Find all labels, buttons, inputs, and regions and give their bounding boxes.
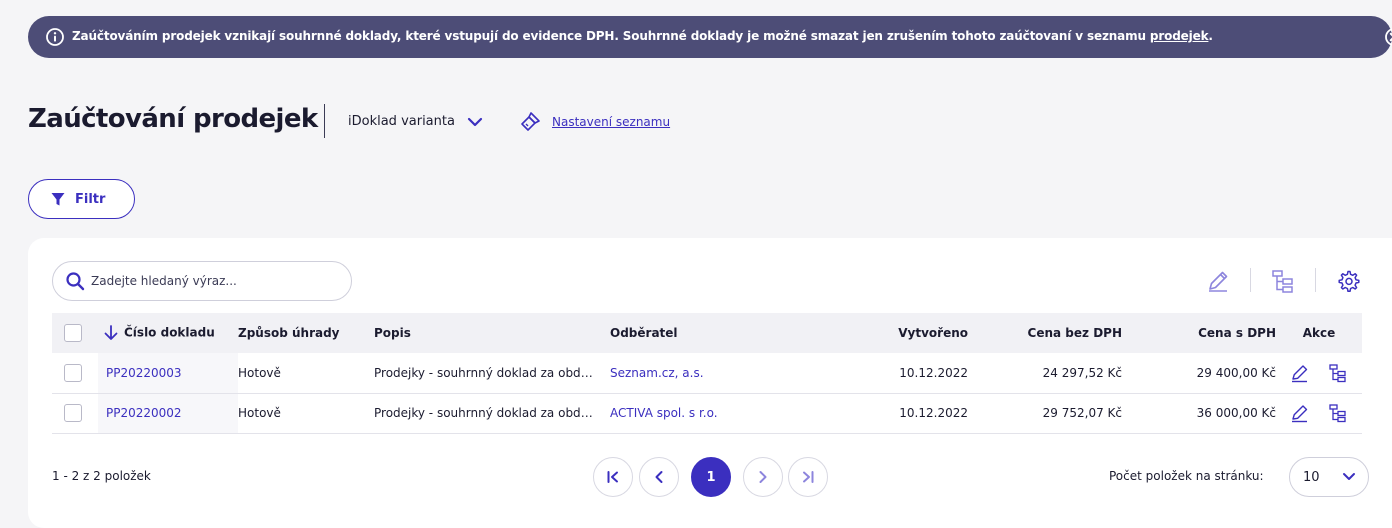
per-page-label: Počet položek na stránku: [1109, 469, 1264, 483]
row-checkbox[interactable] [64, 363, 82, 382]
price-incl-vat-cell: 36 000,00 Kč [1122, 393, 1276, 434]
description-cell: Prodejky - souhrnný doklad za období [374, 353, 610, 394]
document-number-cell: PP20220003 [98, 353, 238, 394]
description-text: Prodejky - souhrnný doklad za období [374, 366, 596, 380]
row-select-cell [52, 353, 98, 394]
header-description[interactable]: Popis [374, 313, 610, 353]
tree-structure-icon[interactable] [1328, 363, 1348, 383]
description-cell: Prodejky - souhrnný doklad za období [374, 393, 610, 434]
list-settings-link[interactable]: Nastavení seznamu [518, 110, 670, 134]
header-price-incl-vat[interactable]: Cena s DPH [1122, 313, 1276, 353]
first-page-button[interactable] [593, 457, 633, 497]
banner-text: Zaúčtováním prodejek vznikají souhrnné d… [72, 29, 1213, 43]
toolbar-divider [1250, 268, 1251, 292]
created-cell: 10.12.2022 [810, 393, 968, 434]
header-created[interactable]: Vytvořeno [810, 313, 968, 353]
header-label: Číslo dokladu [124, 325, 215, 340]
page-title: Zaúčtování prodejek [28, 104, 318, 134]
customer-cell: ACTIVA spol. s r.o. [610, 393, 810, 434]
header-document-number[interactable]: Číslo dokladu [98, 313, 238, 353]
previous-page-button[interactable] [639, 457, 679, 497]
filter-icon [51, 192, 65, 205]
filter-button[interactable]: Filtr [28, 179, 135, 219]
customer-link[interactable]: Seznam.cz, a.s. [610, 366, 704, 380]
customer-link[interactable]: ACTIVA spol. s r.o. [610, 406, 718, 420]
actions-cell [1276, 393, 1362, 434]
banner-prodejky-link[interactable]: prodejek [1150, 29, 1209, 43]
table-row: PP20220003 Hotově Prodejky - souhrnný do… [52, 353, 1362, 394]
bulk-edit-pencil-icon[interactable] [1205, 268, 1231, 294]
chevron-left-icon [655, 471, 663, 483]
gear-icon[interactable] [1336, 268, 1362, 294]
payment-method-cell: Hotově [238, 353, 374, 394]
info-icon [46, 28, 64, 46]
title-row: Zaúčtování prodejek iDoklad varianta Nas… [28, 100, 928, 144]
per-page-select[interactable]: 10 [1289, 457, 1369, 497]
tree-structure-icon[interactable] [1328, 403, 1348, 423]
table-row: PP20220002 Hotově Prodejky - souhrnný do… [52, 393, 1362, 434]
banner-text-before: Zaúčtováním prodejek vznikají souhrnné d… [72, 29, 1146, 43]
banner-text-after: . [1208, 29, 1213, 43]
item-count: 1 - 2 z 2 položek [52, 469, 151, 483]
table-header-row: Číslo dokladu Způsob úhrady Popis Odběra… [52, 313, 1362, 353]
title-divider [324, 104, 325, 138]
description-text: Prodejky - souhrnný doklad za období [374, 406, 596, 421]
price-incl-vat-cell: 29 400,00 Kč [1122, 353, 1276, 394]
variant-label: iDoklad varianta [348, 114, 455, 129]
last-page-icon [803, 471, 814, 483]
first-page-icon [607, 471, 618, 483]
brush-icon [521, 112, 540, 131]
list-card: Číslo dokladu Způsob úhrady Popis Odběra… [28, 238, 1392, 528]
tree-structure-icon[interactable] [1270, 268, 1296, 294]
page-button-current[interactable]: 1 [691, 457, 731, 497]
sales-table: Číslo dokladu Způsob úhrady Popis Odběra… [52, 313, 1362, 434]
toolbar-divider [1315, 268, 1316, 292]
chevron-right-icon [759, 471, 767, 483]
arrow-down-sort-icon [104, 325, 118, 340]
edit-pencil-icon[interactable] [1290, 363, 1310, 383]
created-cell: 10.12.2022 [810, 353, 968, 394]
header-actions: Akce [1276, 313, 1362, 353]
search-icon [66, 272, 85, 291]
list-settings-label: Nastavení seznamu [552, 115, 671, 129]
row-select-cell [52, 393, 98, 434]
document-number-link[interactable]: PP20220002 [106, 406, 182, 420]
actions-cell [1276, 353, 1362, 394]
price-excl-vat-cell: 29 752,07 Kč [968, 393, 1122, 434]
variant-dropdown[interactable]: iDoklad varianta [348, 114, 483, 129]
price-excl-vat-cell: 24 297,52 Kč [968, 353, 1122, 394]
document-number-cell: PP20220002 [98, 393, 238, 434]
row-checkbox[interactable] [64, 404, 82, 422]
info-banner: Zaúčtováním prodejek vznikají souhrnné d… [28, 16, 1392, 58]
document-number-link[interactable]: PP20220003 [106, 366, 182, 380]
last-page-button[interactable] [788, 457, 828, 497]
next-page-button[interactable] [743, 457, 783, 497]
per-page-value: 10 [1303, 469, 1320, 485]
header-customer[interactable]: Odběratel [610, 313, 810, 353]
close-icon[interactable] [1384, 27, 1392, 47]
chevron-down-icon [467, 117, 483, 126]
chevron-down-icon [1343, 473, 1355, 480]
select-all-checkbox[interactable] [64, 324, 82, 342]
header-payment-method[interactable]: Způsob úhrady [238, 313, 374, 353]
customer-cell: Seznam.cz, a.s. [610, 353, 810, 394]
payment-method-cell: Hotově [238, 393, 374, 434]
header-select-cell [52, 313, 98, 353]
edit-pencil-icon[interactable] [1290, 403, 1310, 423]
search-box[interactable] [52, 261, 352, 301]
search-input[interactable] [91, 274, 341, 288]
filter-label: Filtr [75, 191, 106, 207]
header-price-excl-vat[interactable]: Cena bez DPH [968, 313, 1122, 353]
